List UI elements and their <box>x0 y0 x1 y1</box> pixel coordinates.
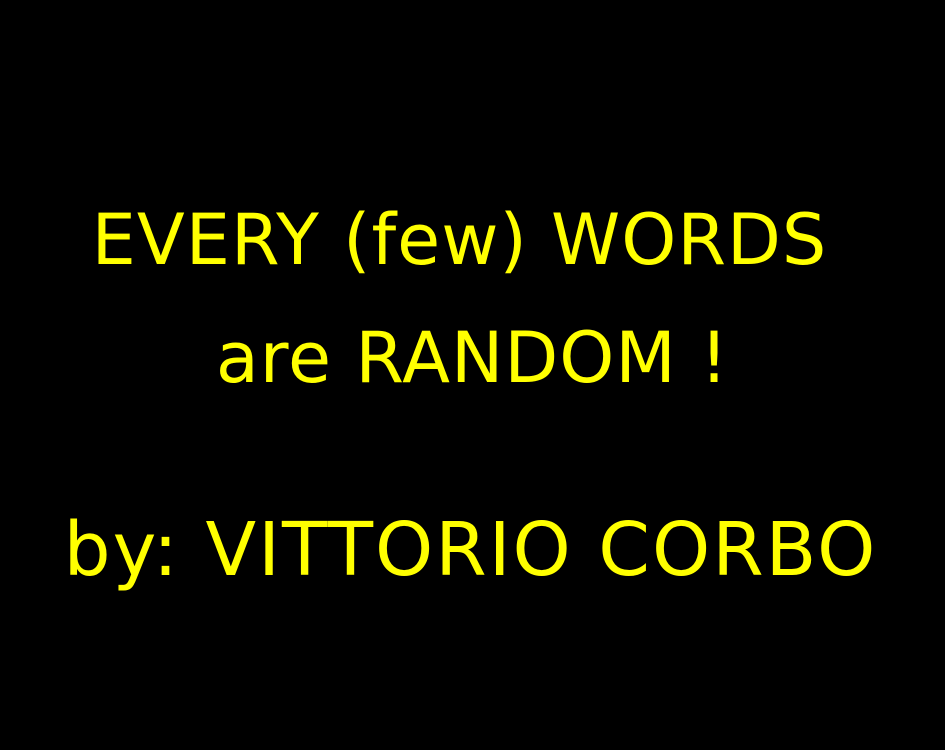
author-line: by: VITTORIO CORBO <box>63 507 878 593</box>
title-line-1: EVERY (few) WORDS <box>91 199 828 281</box>
title-slide: EVERY (few) WORDS are RANDOM ! by: VITTO… <box>0 0 945 750</box>
title-line-2: are RANDOM ! <box>215 317 730 399</box>
